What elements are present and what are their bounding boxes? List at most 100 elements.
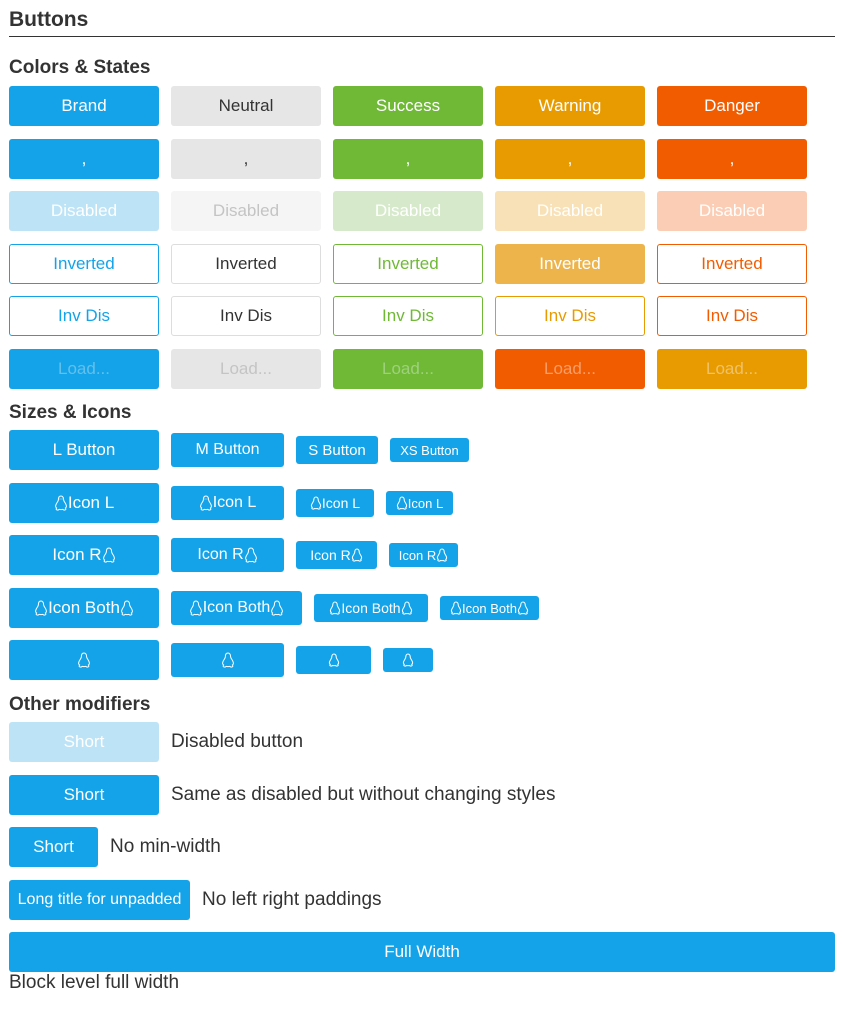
icon-both-label: Icon Both	[48, 598, 120, 617]
linux-tux-icon	[244, 547, 258, 563]
brand-inv-dis-button[interactable]: Inv Dis	[9, 296, 159, 336]
linux-tux-icon	[189, 600, 203, 616]
neutral-comma-button[interactable]: ,	[171, 139, 321, 179]
warning-loading-button[interactable]: Load...	[657, 349, 807, 389]
danger-comma-button[interactable]: ,	[657, 139, 807, 179]
linux-tux-icon	[436, 548, 448, 562]
row-colors: Brand Neutral Success Warning Danger	[9, 86, 819, 126]
icon-both-label: Icon Both	[341, 600, 401, 616]
success-button[interactable]: Success	[333, 86, 483, 126]
row-disabled-short: Short Disabled button	[9, 722, 303, 762]
row-no-min-width: Short No min-width	[9, 827, 221, 867]
section-title-colors: Colors & States	[9, 57, 151, 78]
success-disabled-button[interactable]: Disabled	[333, 191, 483, 231]
danger-disabled-button[interactable]: Disabled	[657, 191, 807, 231]
linux-tux-icon	[54, 495, 68, 511]
row-inverted: Inverted Inverted Inverted Inverted Inve…	[9, 244, 819, 284]
small-icon-only-button[interactable]	[296, 646, 371, 674]
large-icon-right-button[interactable]: Icon R	[9, 535, 159, 575]
section-title-sizes: Sizes & Icons	[9, 402, 132, 423]
block-description: Block level full width	[9, 972, 180, 993]
success-inv-dis-button[interactable]: Inv Dis	[333, 296, 483, 336]
short-styled-button[interactable]: Short	[9, 775, 159, 815]
no-min-width-description: No min-width	[110, 836, 221, 857]
warning-disabled-button[interactable]: Disabled	[495, 191, 645, 231]
row-sizes: L Button M Button S Button XS Button	[9, 430, 481, 470]
neutral-loading-button[interactable]: Load...	[171, 349, 321, 389]
xs-button[interactable]: XS Button	[390, 438, 469, 462]
danger-inv-dis-button[interactable]: Inv Dis	[657, 296, 807, 336]
row-icon-only	[9, 640, 445, 680]
row-inv-dis: Inv Dis Inv Dis Inv Dis Inv Dis Inv Dis	[9, 296, 819, 336]
page-title: Buttons	[9, 8, 89, 31]
neutral-button[interactable]: Neutral	[171, 86, 321, 126]
success-comma-button[interactable]: ,	[333, 139, 483, 179]
row-icon-both: Icon Both Icon Both Icon Both Icon Both	[9, 588, 551, 628]
title-divider	[9, 36, 835, 37]
neutral-inverted-button[interactable]: Inverted	[171, 244, 321, 284]
icon-right-label: Icon R	[52, 545, 102, 564]
icon-both-label: Icon Both	[202, 599, 271, 616]
short-disabled-button[interactable]: Short	[9, 722, 159, 762]
icon-both-label: Icon Both	[462, 600, 517, 616]
small-icon-left-button[interactable]: Icon L	[296, 489, 374, 517]
medium-button[interactable]: M Button	[171, 433, 284, 467]
danger-button[interactable]: Danger	[657, 86, 807, 126]
small-icon-both-button[interactable]: Icon Both	[314, 594, 428, 622]
linux-tux-icon	[517, 601, 529, 615]
small-icon-right-button[interactable]: Icon R	[296, 541, 377, 569]
brand-loading-button[interactable]: Load...	[9, 349, 159, 389]
warning-button[interactable]: Warning	[495, 86, 645, 126]
warning-inverted-button[interactable]: Inverted	[495, 244, 645, 284]
large-icon-left-button[interactable]: Icon L	[9, 483, 159, 523]
row-full-width: Full Width	[9, 932, 835, 972]
linux-tux-icon	[120, 600, 134, 616]
brand-disabled-button[interactable]: Disabled	[9, 191, 159, 231]
linux-tux-icon	[396, 496, 408, 510]
short-no-min-width-button[interactable]: Short	[9, 827, 98, 867]
linux-tux-icon	[310, 496, 322, 510]
full-width-button[interactable]: Full Width	[9, 932, 835, 972]
linux-tux-icon	[402, 653, 414, 667]
medium-icon-only-button[interactable]	[171, 643, 284, 677]
brand-comma-button[interactable]: ,	[9, 139, 159, 179]
xs-icon-only-button[interactable]	[383, 648, 433, 672]
linux-tux-icon	[401, 601, 413, 615]
long-unpadded-button[interactable]: Long title for unpadded	[9, 880, 190, 920]
section-title-modifiers: Other modifiers	[9, 694, 151, 715]
large-button[interactable]: L Button	[9, 430, 159, 470]
large-icon-both-button[interactable]: Icon Both	[9, 588, 159, 628]
xs-icon-right-button[interactable]: Icon R	[389, 543, 458, 567]
warning-inv-dis-button[interactable]: Inv Dis	[495, 296, 645, 336]
linux-tux-icon	[102, 547, 116, 563]
danger-inverted-button[interactable]: Inverted	[657, 244, 807, 284]
xs-icon-both-button[interactable]: Icon Both	[440, 596, 539, 620]
icon-right-label: Icon R	[398, 547, 437, 563]
brand-inverted-button[interactable]: Inverted	[9, 244, 159, 284]
linux-tux-icon	[351, 548, 363, 562]
xs-icon-left-button[interactable]: Icon L	[386, 491, 453, 515]
icon-left-label: Icon L	[321, 495, 361, 511]
medium-icon-right-button[interactable]: Icon R	[171, 538, 284, 572]
small-button[interactable]: S Button	[296, 436, 378, 464]
linux-tux-icon	[34, 600, 48, 616]
success-loading-button[interactable]: Load...	[333, 349, 483, 389]
success-inverted-button[interactable]: Inverted	[333, 244, 483, 284]
row-unpadded: Long title for unpadded No left right pa…	[9, 880, 382, 920]
large-icon-only-button[interactable]	[9, 640, 159, 680]
neutral-inv-dis-button[interactable]: Inv Dis	[171, 296, 321, 336]
neutral-disabled-button[interactable]: Disabled	[171, 191, 321, 231]
medium-icon-left-button[interactable]: Icon L	[171, 486, 284, 520]
icon-left-label: Icon L	[212, 494, 257, 511]
unpadded-description: No left right paddings	[202, 889, 382, 910]
row-same-as-disabled: Short Same as disabled but without chang…	[9, 775, 555, 815]
warning-comma-button[interactable]: ,	[495, 139, 645, 179]
disabled-description: Disabled button	[171, 731, 304, 752]
danger-loading-button[interactable]: Load...	[495, 349, 645, 389]
medium-icon-both-button[interactable]: Icon Both	[171, 591, 302, 625]
row-icon-right: Icon R Icon R Icon R Icon R	[9, 535, 470, 575]
linux-tux-icon	[199, 495, 213, 511]
linux-tux-icon	[270, 600, 284, 616]
brand-button[interactable]: Brand	[9, 86, 159, 126]
linux-tux-icon	[329, 601, 341, 615]
